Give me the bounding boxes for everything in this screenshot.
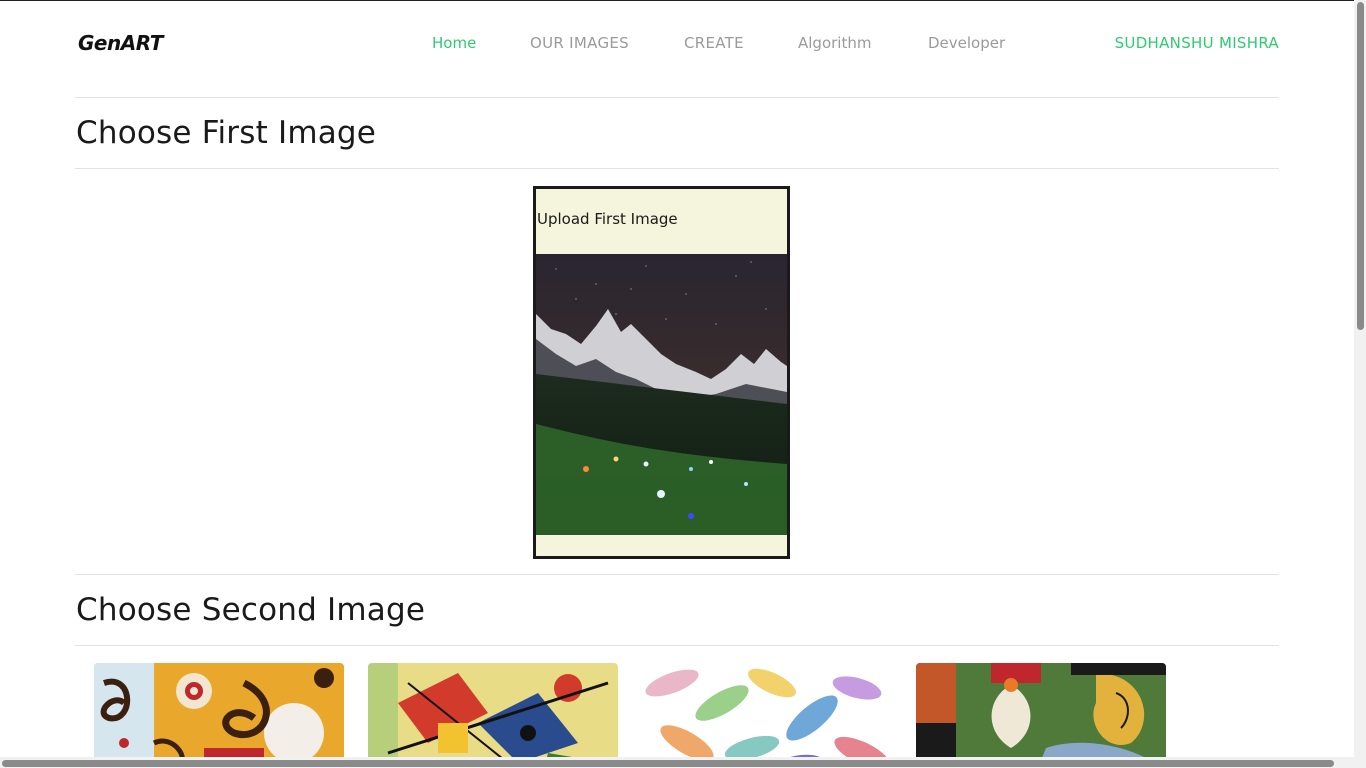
vertical-scrollbar-thumb[interactable]	[1357, 2, 1364, 330]
vertical-scrollbar[interactable]	[1354, 0, 1366, 768]
cubist-portrait-painting-icon[interactable]	[916, 663, 1166, 757]
horizontal-scrollbar-thumb[interactable]	[2, 760, 1334, 767]
abstract-kandinsky-painting-icon[interactable]	[368, 663, 618, 757]
user-name-link[interactable]: SUDHANSHU MISHRA	[1115, 34, 1279, 52]
divider	[75, 645, 1279, 646]
nav-link-home[interactable]: Home	[432, 34, 476, 52]
navbar: GenART Home OUR IMAGES CREATE Algorithm …	[75, 1, 1279, 85]
nav-link-create[interactable]: CREATE	[684, 34, 744, 52]
brand-logo[interactable]: GenART	[78, 31, 163, 55]
divider	[75, 574, 1279, 575]
nav-link-our-images[interactable]: OUR IMAGES	[530, 34, 629, 52]
second-image-heading: Choose Second Image	[76, 592, 426, 628]
divider	[75, 97, 1279, 98]
upload-label: Upload First Image	[537, 210, 678, 228]
horizontal-scrollbar[interactable]	[0, 757, 1354, 768]
first-image-upload[interactable]: Upload First Image	[533, 186, 790, 559]
watercolor-feathers-painting-icon[interactable]	[642, 663, 892, 757]
swirl-tree-painting-icon[interactable]	[94, 663, 344, 757]
nav-link-algorithm[interactable]: Algorithm	[798, 34, 871, 52]
first-image-heading: Choose First Image	[76, 115, 377, 151]
nav-link-developer[interactable]: Developer	[928, 34, 1005, 52]
page: GenART Home OUR IMAGES CREATE Algorithm …	[0, 0, 1354, 757]
divider	[75, 168, 1279, 169]
night-mountain-village-photo-icon	[536, 254, 787, 535]
